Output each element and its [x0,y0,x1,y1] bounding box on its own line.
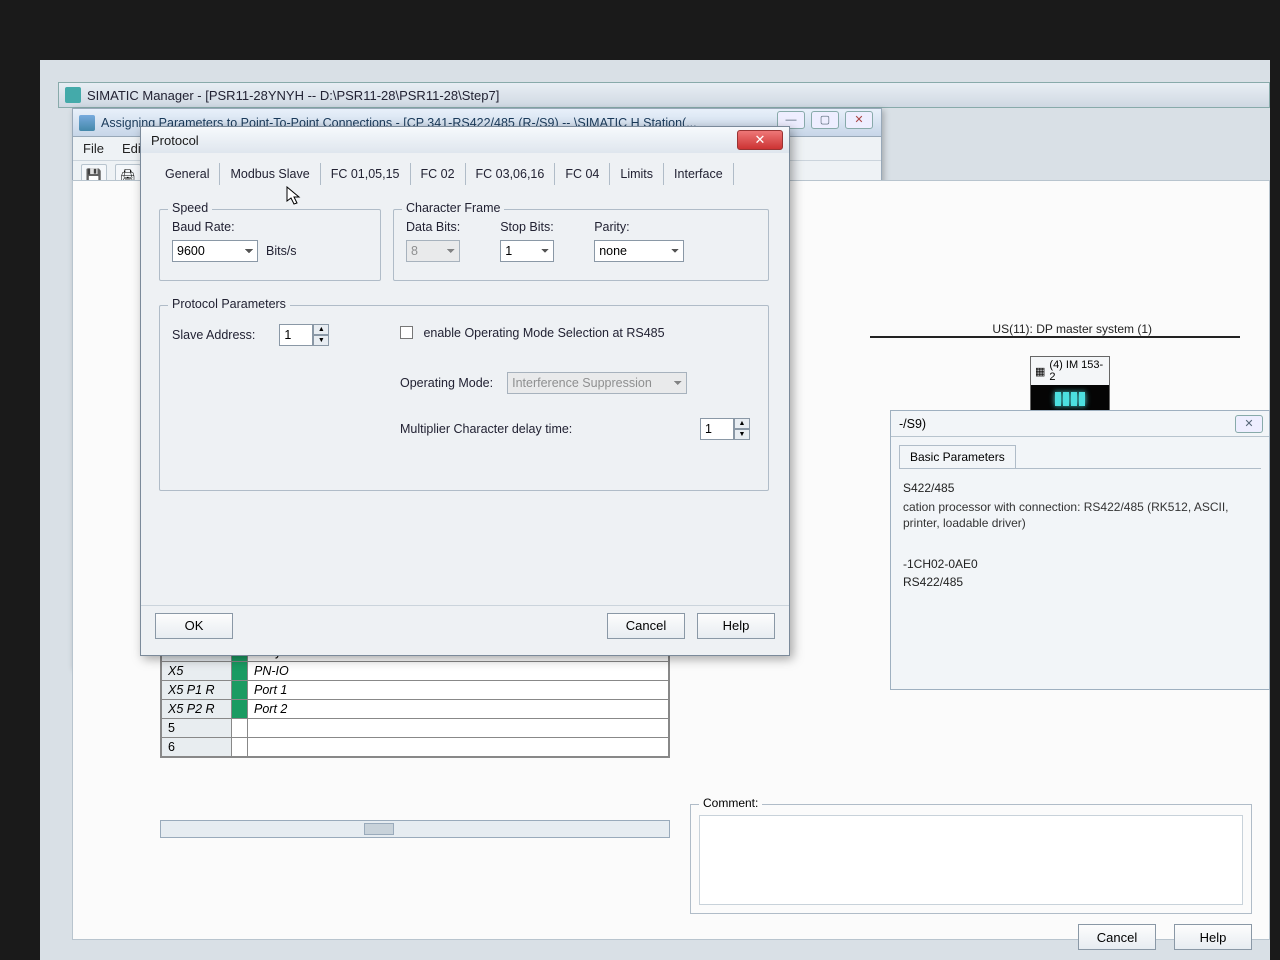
properties-close-button[interactable]: ✕ [1235,415,1263,433]
slot-module-name: Port 2 [248,700,669,719]
stopbits-label: Stop Bits: [500,220,554,234]
node-body [1031,385,1109,413]
comment-group: Comment: [690,804,1252,914]
tab-fc-04[interactable]: FC 04 [555,163,610,185]
table-row[interactable]: X5 P1 R Port 1 [162,681,669,700]
comment-legend: Comment: [699,796,762,810]
dp-bus-line [870,336,1240,338]
properties-body: S422/485 cation processor with connectio… [899,468,1261,601]
tab-modbus-slave[interactable]: Modbus Slave [220,163,320,185]
multiplier-spinner[interactable]: ▲▼ [700,418,750,440]
node-label: (4) IM 153-2 [1049,359,1105,383]
led-icon [1079,392,1085,406]
enable-opmode-checkbox[interactable] [400,326,413,339]
tab-fc-01-05-15[interactable]: FC 01,05,15 [321,163,411,185]
horizontal-scrollbar[interactable] [160,820,670,838]
table-row[interactable]: 6 [162,738,669,757]
tab-fc-02[interactable]: FC 02 [411,163,466,185]
tab-basic-parameters[interactable]: Basic Parameters [899,445,1016,468]
dp-slave-node[interactable]: ▦ (4) IM 153-2 [1030,356,1110,414]
multiplier-label: Multiplier Character delay time: [400,422,572,436]
slot-marker [232,700,248,719]
slot-id: X5 [162,662,232,681]
protocol-params-group: Protocol Parameters Slave Address: ▲▼ en… [159,305,769,491]
props-name: RS422/485 [903,575,1257,589]
spin-down-button[interactable]: ▼ [313,335,329,346]
scrollbar-thumb[interactable] [364,823,394,835]
props-short-name: S422/485 [903,481,1257,495]
character-frame-group: Character Frame Data Bits: 8 Stop Bits: … [393,209,769,281]
dp-master-label: US(11): DP master system (1) [992,322,1152,336]
speed-group: Speed Baud Rate: 9600 Bits/s [159,209,381,281]
slot-id: 5 [162,719,232,738]
led-icon [1055,392,1061,406]
slot-module-name: PN-IO [248,662,669,681]
led-icon [1063,392,1069,406]
multiplier-input[interactable] [700,418,734,440]
protocol-tabs: GeneralModbus SlaveFC 01,05,15FC 02FC 03… [141,153,789,185]
table-row[interactable]: 5 [162,719,669,738]
spin-up-button[interactable]: ▲ [734,418,750,429]
table-row[interactable]: X5 PN-IO [162,662,669,681]
slot-module-name [248,719,669,738]
spin-down-button[interactable]: ▼ [734,429,750,440]
ok-button[interactable]: OK [155,613,233,639]
slot-marker [232,681,248,700]
tab-fc-03-06-16[interactable]: FC 03,06,16 [466,163,556,185]
baud-rate-select[interactable]: 9600 [172,240,258,262]
slave-addr-input[interactable] [279,324,313,346]
footer-cancel-button[interactable]: Cancel [1078,924,1156,950]
stopbits-select[interactable]: 1 [500,240,554,262]
slot-marker [232,719,248,738]
app-icon [65,87,81,103]
menu-file[interactable]: File [83,141,104,156]
speed-legend: Speed [168,201,212,215]
tab-limits[interactable]: Limits [610,163,664,185]
tab-interface[interactable]: Interface [664,163,734,185]
node-icon: ▦ [1035,365,1045,378]
protocol-dialog-titlebar[interactable]: Protocol ✕ [141,127,789,153]
slot-module-name: Port 1 [248,681,669,700]
simatic-manager-titlebar: SIMATIC Manager - [PSR11-28YNYH -- D:\PS… [58,82,1270,108]
close-button[interactable]: ✕ [845,111,873,129]
simatic-manager-title: SIMATIC Manager - [PSR11-28YNYH -- D:\PS… [87,88,499,103]
baud-rate-unit: Bits/s [266,244,297,258]
dialog-close-button[interactable]: ✕ [737,130,783,150]
props-description: cation processor with connection: RS422/… [903,499,1257,531]
slot-marker [232,738,248,757]
slot-id: X5 P1 R [162,681,232,700]
baud-rate-label: Baud Rate: [172,220,368,234]
window-icon [79,115,95,131]
props-order-no: -1CH02-0AE0 [903,557,1257,571]
protocol-dialog: Protocol ✕ GeneralModbus SlaveFC 01,05,1… [140,126,790,656]
slot-module-name [248,738,669,757]
frame-legend: Character Frame [402,201,504,215]
slave-addr-label: Slave Address: [172,328,255,342]
comment-textarea[interactable] [699,815,1243,905]
table-row[interactable]: X5 P2 R Port 2 [162,700,669,719]
properties-title-text: -/S9) [899,417,926,431]
parity-select[interactable]: none [594,240,684,262]
tab-general[interactable]: General [155,163,220,185]
slot-id: 6 [162,738,232,757]
slot-marker [232,662,248,681]
led-icon [1071,392,1077,406]
help-button[interactable]: Help [697,613,775,639]
properties-panel: -/S9) ✕ Basic Parameters S422/485 cation… [890,410,1270,690]
params-legend: Protocol Parameters [168,297,290,311]
databits-label: Data Bits: [406,220,460,234]
properties-titlebar[interactable]: -/S9) ✕ [891,411,1269,437]
slave-addr-spinner[interactable]: ▲▼ [279,324,329,346]
maximize-button[interactable]: ▢ [811,111,839,129]
spin-up-button[interactable]: ▲ [313,324,329,335]
opmode-label: Operating Mode: [400,376,493,390]
opmode-select: Interference Suppression [507,372,687,394]
parity-label: Parity: [594,220,684,234]
footer-help-button[interactable]: Help [1174,924,1252,950]
protocol-dialog-title: Protocol [151,133,199,148]
cancel-button[interactable]: Cancel [607,613,685,639]
slot-id: X5 P2 R [162,700,232,719]
databits-select: 8 [406,240,460,262]
enable-opmode-label: enable Operating Mode Selection at RS485 [423,326,664,340]
